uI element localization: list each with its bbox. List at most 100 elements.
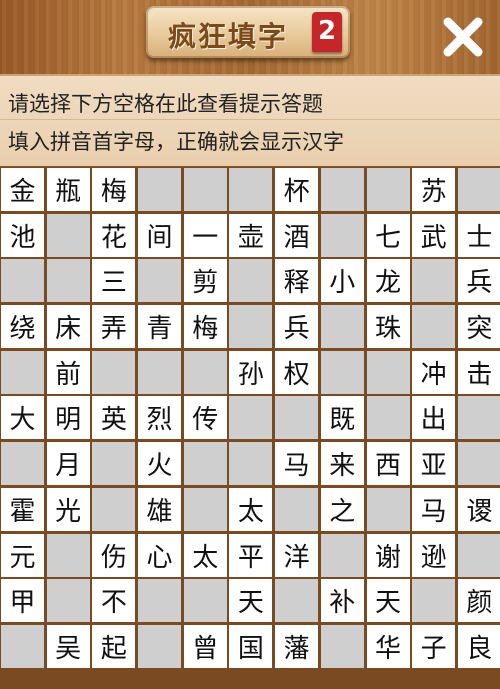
grid-cell-filled[interactable]: 金 <box>1 168 44 211</box>
grid-cell-empty[interactable] <box>320 168 364 211</box>
grid-cell-filled[interactable]: 前 <box>46 350 90 394</box>
grid-cell-filled[interactable]: 霍 <box>1 487 44 531</box>
grid-cell-empty[interactable] <box>457 442 500 486</box>
grid-cell-filled[interactable]: 马 <box>412 487 456 531</box>
grid-cell-empty[interactable] <box>183 442 227 486</box>
grid-cell-filled[interactable]: 光 <box>46 487 90 531</box>
grid-cell-empty[interactable] <box>92 487 136 531</box>
grid-cell-empty[interactable] <box>229 168 273 211</box>
grid-cell-filled[interactable]: 苏 <box>412 168 456 211</box>
grid-cell-empty[interactable] <box>457 533 500 577</box>
grid-cell-empty[interactable] <box>412 305 456 349</box>
grid-cell-filled[interactable]: 兵 <box>457 259 500 303</box>
grid-cell-empty[interactable] <box>412 579 456 623</box>
grid-cell-empty[interactable] <box>138 259 182 303</box>
grid-cell-filled[interactable]: 雄 <box>138 487 182 531</box>
grid-cell-filled[interactable]: 三 <box>92 259 136 303</box>
grid-cell-empty[interactable] <box>366 168 410 211</box>
grid-cell-filled[interactable]: 华 <box>366 624 410 668</box>
grid-cell-empty[interactable] <box>138 624 182 668</box>
grid-cell-filled[interactable]: 子 <box>412 624 456 668</box>
grid-cell-empty[interactable] <box>366 487 410 531</box>
grid-cell-filled[interactable]: 小 <box>320 259 364 303</box>
grid-cell-empty[interactable] <box>320 350 364 394</box>
grid-cell-empty[interactable] <box>1 350 44 394</box>
grid-cell-empty[interactable] <box>92 350 136 394</box>
grid-cell-filled[interactable]: 心 <box>138 533 182 577</box>
grid-cell-filled[interactable]: 梅 <box>92 168 136 211</box>
grid-cell-filled[interactable]: 伤 <box>92 533 136 577</box>
grid-cell-filled[interactable]: 龙 <box>366 259 410 303</box>
grid-cell-empty[interactable] <box>1 259 44 303</box>
grid-cell-filled[interactable]: 青 <box>138 305 182 349</box>
grid-cell-empty[interactable] <box>46 259 90 303</box>
grid-cell-empty[interactable] <box>229 305 273 349</box>
grid-cell-filled[interactable]: 间 <box>138 213 182 257</box>
grid-cell-filled[interactable]: 瓶 <box>46 168 90 211</box>
grid-cell-filled[interactable]: 平 <box>229 533 273 577</box>
grid-cell-empty[interactable] <box>46 213 90 257</box>
grid-cell-empty[interactable] <box>92 442 136 486</box>
grid-cell-filled[interactable]: 亚 <box>412 442 456 486</box>
grid-cell-empty[interactable] <box>229 396 273 440</box>
grid-cell-filled[interactable]: 颜 <box>457 579 500 623</box>
grid-cell-filled[interactable]: 释 <box>275 259 319 303</box>
grid-cell-filled[interactable]: 曾 <box>183 624 227 668</box>
grid-cell-filled[interactable]: 马 <box>275 442 319 486</box>
grid-cell-filled[interactable]: 不 <box>92 579 136 623</box>
grid-cell-filled[interactable]: 权 <box>275 350 319 394</box>
grid-cell-filled[interactable]: 来 <box>320 442 364 486</box>
grid-cell-empty[interactable] <box>1 442 44 486</box>
grid-cell-filled[interactable]: 谡 <box>457 487 500 531</box>
grid-cell-filled[interactable]: 补 <box>320 579 364 623</box>
grid-cell-filled[interactable]: 七 <box>366 213 410 257</box>
grid-cell-filled[interactable]: 西 <box>366 442 410 486</box>
grid-cell-filled[interactable]: 洋 <box>275 533 319 577</box>
grid-cell-filled[interactable]: 谢 <box>366 533 410 577</box>
grid-cell-filled[interactable]: 一 <box>183 213 227 257</box>
grid-cell-empty[interactable] <box>275 396 319 440</box>
grid-cell-empty[interactable] <box>229 442 273 486</box>
grid-cell-filled[interactable]: 池 <box>1 213 44 257</box>
close-button[interactable] <box>440 14 486 60</box>
grid-cell-filled[interactable]: 绕 <box>1 305 44 349</box>
grid-cell-filled[interactable]: 孙 <box>229 350 273 394</box>
grid-cell-empty[interactable] <box>457 168 500 211</box>
grid-cell-filled[interactable]: 冲 <box>412 350 456 394</box>
grid-cell-filled[interactable]: 梅 <box>183 305 227 349</box>
grid-cell-empty[interactable] <box>138 350 182 394</box>
grid-cell-empty[interactable] <box>320 305 364 349</box>
grid-cell-filled[interactable]: 元 <box>1 533 44 577</box>
grid-cell-filled[interactable]: 士 <box>457 213 500 257</box>
grid-cell-filled[interactable]: 烈 <box>138 396 182 440</box>
grid-cell-empty[interactable] <box>412 259 456 303</box>
grid-cell-empty[interactable] <box>1 624 44 668</box>
grid-cell-filled[interactable]: 剪 <box>183 259 227 303</box>
grid-cell-filled[interactable]: 花 <box>92 213 136 257</box>
grid-cell-empty[interactable] <box>138 579 182 623</box>
grid-cell-filled[interactable]: 藩 <box>275 624 319 668</box>
grid-cell-filled[interactable]: 弄 <box>92 305 136 349</box>
grid-cell-empty[interactable] <box>183 168 227 211</box>
grid-cell-filled[interactable]: 天 <box>229 579 273 623</box>
grid-cell-filled[interactable]: 大 <box>1 396 44 440</box>
grid-cell-filled[interactable]: 火 <box>138 442 182 486</box>
grid-cell-empty[interactable] <box>275 487 319 531</box>
grid-cell-filled[interactable]: 天 <box>366 579 410 623</box>
grid-cell-empty[interactable] <box>138 168 182 211</box>
grid-cell-filled[interactable]: 月 <box>46 442 90 486</box>
grid-cell-filled[interactable]: 壶 <box>229 213 273 257</box>
grid-cell-filled[interactable]: 击 <box>457 350 500 394</box>
grid-cell-empty[interactable] <box>183 487 227 531</box>
grid-cell-filled[interactable]: 良 <box>457 624 500 668</box>
grid-cell-empty[interactable] <box>183 579 227 623</box>
grid-cell-filled[interactable]: 酒 <box>275 213 319 257</box>
grid-cell-empty[interactable] <box>457 396 500 440</box>
grid-cell-empty[interactable] <box>320 533 364 577</box>
grid-cell-empty[interactable] <box>183 350 227 394</box>
grid-cell-empty[interactable] <box>46 533 90 577</box>
grid-cell-empty[interactable] <box>229 259 273 303</box>
grid-cell-filled[interactable]: 明 <box>46 396 90 440</box>
grid-cell-filled[interactable]: 珠 <box>366 305 410 349</box>
grid-cell-filled[interactable]: 英 <box>92 396 136 440</box>
